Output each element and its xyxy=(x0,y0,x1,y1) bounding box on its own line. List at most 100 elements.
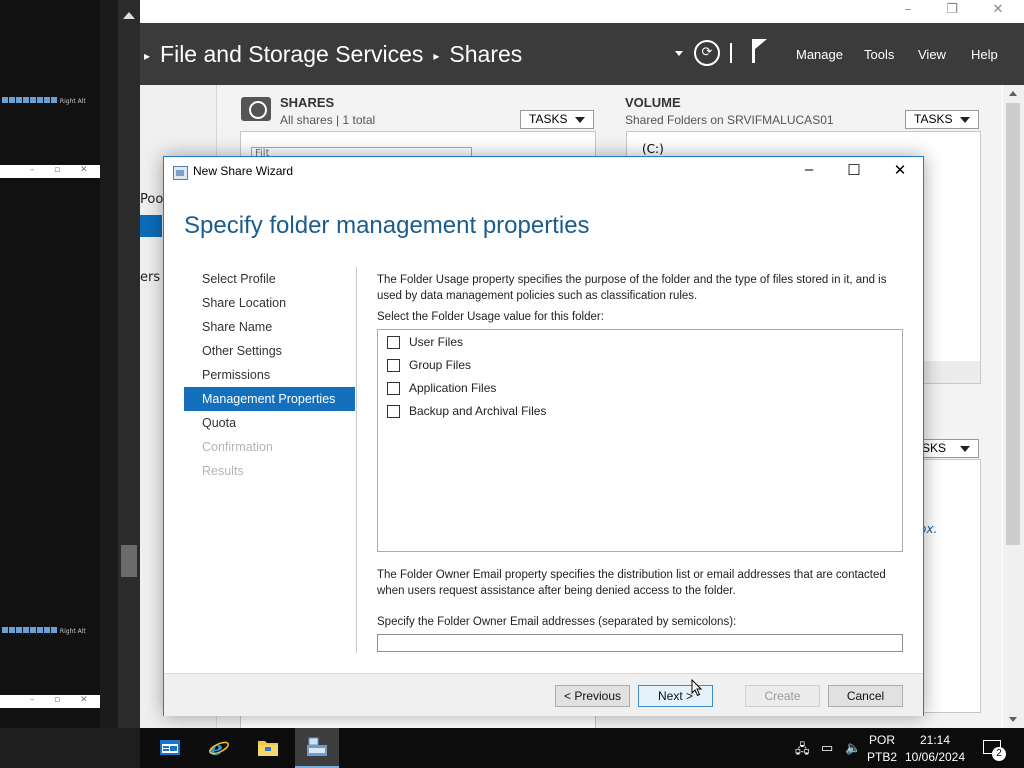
host-tray-icons: Right Alt xyxy=(2,97,98,106)
keyboard-layout[interactable]: PTB2 xyxy=(867,750,897,764)
email-description: The Folder Owner Email property specifie… xyxy=(377,569,886,597)
separator xyxy=(730,43,732,63)
shares-tasks-button[interactable]: TASKS xyxy=(520,110,594,129)
step-management-properties[interactable]: Management Properties xyxy=(184,387,355,411)
wizard-main: The Folder Usage property specifies the … xyxy=(377,272,903,652)
taskbar-share-wizard[interactable] xyxy=(295,728,339,768)
new-share-wizard: New Share Wizard – ☐ ✕ Specify folder ma… xyxy=(163,156,924,716)
notification-badge: 2 xyxy=(992,747,1006,761)
usage-description: The Folder Usage property specifies the … xyxy=(377,274,887,302)
dropdown-arrow-icon xyxy=(960,117,970,123)
menu-help[interactable]: Help xyxy=(971,47,998,62)
cancel-button[interactable]: Cancel xyxy=(828,685,903,707)
mouse-cursor-icon xyxy=(691,678,703,697)
menu-view[interactable]: View xyxy=(918,47,946,62)
checkbox-application-files[interactable] xyxy=(387,381,400,395)
step-results: Results xyxy=(202,464,244,478)
volume-subtitle: Shared Folders on SRVIFMALUCAS01 xyxy=(625,113,834,127)
volume-muted-icon[interactable]: 🔈 xyxy=(845,740,861,756)
step-share-location[interactable]: Share Location xyxy=(184,291,355,315)
checkbox-group-files[interactable] xyxy=(387,358,400,372)
host-scrollbar[interactable] xyxy=(118,0,140,728)
scroll-thumb[interactable] xyxy=(1006,103,1020,545)
wizard-steps: Select Profile Share Location Share Name… xyxy=(184,267,355,483)
breadcrumb: ▸ File and Storage Services ▸ Shares xyxy=(140,41,522,68)
taskbar-internet-explorer[interactable]: e xyxy=(197,728,241,768)
scroll-thumb[interactable] xyxy=(121,545,137,577)
sm-header: ▸ File and Storage Services ▸ Shares ⟳ Mana… xyxy=(140,23,1024,85)
volume-title: VOLUME xyxy=(625,95,681,110)
host-tray-icons-2: Right Alt xyxy=(2,627,98,636)
usage-option-user-files[interactable]: User Files xyxy=(387,333,463,351)
scroll-up-icon[interactable] xyxy=(123,12,135,19)
volume-drive-label: (C:) xyxy=(642,142,664,156)
chevron-right-icon: ▸ xyxy=(433,48,440,63)
nav-item-servers[interactable]: ers xyxy=(140,270,160,285)
restore-icon[interactable]: ❐ xyxy=(938,2,966,17)
close-icon[interactable]: ✕ xyxy=(984,2,1012,17)
taskbar-file-explorer[interactable] xyxy=(246,728,290,768)
step-permissions[interactable]: Permissions xyxy=(184,363,355,387)
wizard-divider xyxy=(356,267,357,653)
notifications-flag-icon[interactable] xyxy=(752,39,767,63)
network-icon[interactable]: 🖧 xyxy=(795,740,810,762)
checkbox-user-files[interactable] xyxy=(387,335,400,349)
breadcrumb-page: Shares xyxy=(449,41,523,67)
scroll-up-icon[interactable] xyxy=(1009,91,1017,96)
close-icon[interactable]: ✕ xyxy=(885,161,915,179)
folder-usage-list: User Files Group Files Application Files… xyxy=(377,329,903,552)
clock-date[interactable]: 10/06/2024 xyxy=(904,750,966,764)
scroll-down-icon[interactable] xyxy=(1009,717,1017,722)
shares-title: SHARES xyxy=(280,95,335,110)
dropdown-arrow-icon[interactable] xyxy=(675,51,683,56)
step-other-settings[interactable]: Other Settings xyxy=(184,339,355,363)
host-window-bar: – ▫ ✕ xyxy=(0,165,100,178)
usage-option-application-files[interactable]: Application Files xyxy=(387,379,496,397)
usage-option-group-files[interactable]: Group Files xyxy=(387,356,471,374)
checkbox-backup-archival-files[interactable] xyxy=(387,404,400,418)
sm-scrollbar[interactable] xyxy=(1003,85,1024,728)
wizard-app-icon xyxy=(307,737,327,756)
sm-titlebar: – ❐ ✕ xyxy=(140,0,1024,23)
internet-explorer-icon: e xyxy=(209,736,229,758)
refresh-icon[interactable]: ⟳ xyxy=(694,40,720,66)
wizard-title: New Share Wizard xyxy=(193,164,294,178)
taskbar-server-manager[interactable] xyxy=(148,728,192,768)
step-quota[interactable]: Quota xyxy=(184,411,355,435)
usage-prompt: Select the Folder Usage value for this f… xyxy=(377,311,604,323)
display-icon[interactable]: ▭ xyxy=(821,740,833,756)
shares-icon xyxy=(241,97,271,121)
volume-tasks-button[interactable]: TASKS xyxy=(905,110,979,129)
minimize-icon[interactable]: – xyxy=(794,161,824,178)
chevron-right-icon: ▸ xyxy=(144,48,151,63)
nav-selected-item[interactable] xyxy=(140,215,162,237)
taskbar: e 🖧 ▭ 🔈 POR PTB2 21:14 10/06/2024 2 xyxy=(140,728,1024,768)
folder-icon xyxy=(258,741,278,756)
nav-item-storage-pools[interactable]: Poo xyxy=(140,192,163,207)
wizard-heading: Specify folder management properties xyxy=(184,212,590,239)
step-select-profile[interactable]: Select Profile xyxy=(184,267,355,291)
create-button: Create xyxy=(745,685,820,707)
host-window-bar-2: – ▫ ✕ xyxy=(0,695,100,708)
host-vm-strip: Right Alt – ▫ ✕ Right Alt – ▫ ✕ xyxy=(0,0,140,728)
dropdown-arrow-icon xyxy=(575,117,585,123)
breadcrumb-section[interactable]: File and Storage Services xyxy=(160,41,423,67)
language-indicator[interactable]: POR xyxy=(869,733,895,747)
host-panel xyxy=(0,0,100,728)
folder-owner-email-input[interactable] xyxy=(377,634,903,652)
previous-button[interactable]: < Previous xyxy=(555,685,630,707)
clock-time[interactable]: 21:14 xyxy=(904,733,966,747)
maximize-icon[interactable]: ☐ xyxy=(839,161,869,179)
dropdown-arrow-icon xyxy=(960,446,970,452)
minimize-icon[interactable]: – xyxy=(894,2,922,17)
email-prompt: Specify the Folder Owner Email addresses… xyxy=(377,616,737,628)
wizard-app-icon xyxy=(173,166,188,180)
wizard-footer: < Previous Next > Create Cancel xyxy=(164,673,923,716)
menu-manage[interactable]: Manage xyxy=(796,47,843,62)
shares-subtitle: All shares | 1 total xyxy=(280,113,376,127)
step-confirmation: Confirmation xyxy=(202,440,273,454)
menu-tools[interactable]: Tools xyxy=(864,47,894,62)
step-share-name[interactable]: Share Name xyxy=(184,315,355,339)
usage-option-backup-archival-files[interactable]: Backup and Archival Files xyxy=(387,402,546,420)
wizard-titlebar: New Share Wizard – ☐ ✕ xyxy=(164,157,923,187)
